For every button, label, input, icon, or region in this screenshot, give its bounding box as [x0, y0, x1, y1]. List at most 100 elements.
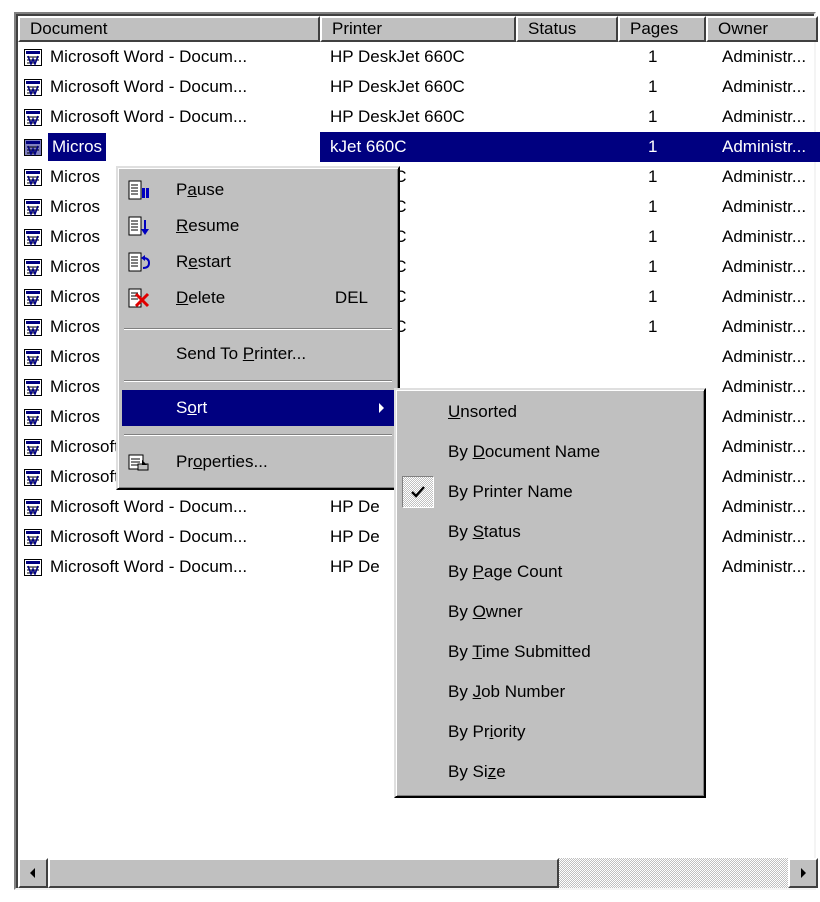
menu-item-send-to-printer[interactable]: Send To Printer...: [122, 336, 394, 372]
document-name: Micros: [50, 257, 101, 276]
document-name: Microsoft Word - Docum...: [50, 47, 248, 66]
owner-name: Administr...: [722, 227, 807, 246]
owner-name: Administr...: [722, 527, 807, 546]
owner-cell: Administr...: [720, 282, 820, 312]
owner-cell: Administr...: [720, 72, 820, 102]
sort-option-label: By Priority: [448, 722, 526, 741]
table-row[interactable]: Microsoft Word - Docum... HP DeskJet 660C…: [18, 42, 820, 72]
scrollbar-thumb[interactable]: [48, 858, 559, 888]
owner-name: Administr...: [722, 497, 807, 516]
page-count: 1: [648, 287, 658, 306]
printer-cell: kJet 660C: [320, 132, 654, 162]
scrollbar-track[interactable]: [48, 858, 788, 888]
sort-option[interactable]: By Size: [400, 754, 700, 790]
sort-option[interactable]: By Time Submitted: [400, 634, 700, 670]
column-header-pages[interactable]: Pages: [618, 16, 706, 42]
page-count: 1: [648, 167, 658, 186]
word-document-icon: [24, 139, 42, 156]
menu-item-restart[interactable]: Restart: [122, 244, 394, 280]
sort-option[interactable]: Unsorted: [400, 394, 700, 430]
table-row[interactable]: Micros kJet 660C 1 Administr...: [18, 132, 820, 162]
horizontal-scrollbar[interactable]: [18, 858, 818, 888]
word-document-icon: [24, 199, 42, 216]
printer-name: HP De: [330, 497, 380, 516]
owner-cell: Administr...: [720, 42, 820, 72]
resume-icon: [128, 216, 149, 236]
sort-option[interactable]: By Job Number: [400, 674, 700, 710]
owner-cell: Administr...: [720, 492, 820, 522]
owner-name: Administr...: [722, 287, 807, 306]
document-cell: Microsoft Word - Docum...: [22, 492, 322, 522]
sort-option-label: By Printer Name: [448, 482, 573, 501]
sort-option[interactable]: By Printer Name: [400, 474, 700, 510]
owner-cell: Administr...: [720, 252, 820, 282]
sort-option-label: By Owner: [448, 602, 523, 621]
column-header-owner[interactable]: Owner: [706, 16, 818, 42]
document-name: Micros: [50, 227, 101, 246]
document-cell: Microsoft Word - Docum...: [22, 42, 322, 72]
owner-name: Administr...: [722, 137, 807, 156]
column-header-status[interactable]: Status: [516, 16, 618, 42]
sort-option[interactable]: By Owner: [400, 594, 700, 630]
column-header-document[interactable]: Document: [18, 16, 320, 42]
pages-cell: 1: [646, 222, 706, 252]
printer-name: HP De: [330, 557, 380, 576]
document-name: Microsoft Word - Docum...: [50, 77, 248, 96]
page-count: 1: [648, 227, 658, 246]
pages-cell: 1: [646, 162, 706, 192]
checked-indicator: [402, 476, 434, 508]
printer-name: kJet 660C: [330, 137, 407, 156]
delete-shortcut: DEL: [334, 288, 368, 307]
sort-option[interactable]: By Status: [400, 514, 700, 550]
menu-item-resume-label: Resume: [176, 216, 240, 235]
properties-icon: [128, 454, 149, 471]
menu-item-pause[interactable]: Pause: [122, 172, 394, 208]
page-count: 1: [648, 257, 658, 276]
document-name: Micros: [50, 347, 101, 366]
scroll-right-button[interactable]: [788, 858, 818, 888]
menu-item-restart-label: Restart: [176, 252, 231, 271]
menu-item-pause-label: Pause: [176, 180, 225, 199]
sort-option[interactable]: By Page Count: [400, 554, 700, 590]
word-document-icon: [24, 409, 42, 426]
owner-name: Administr...: [722, 257, 807, 276]
menu-item-properties[interactable]: Properties...: [122, 444, 394, 480]
menu-item-sort-label: Sort: [176, 398, 208, 417]
table-row[interactable]: Microsoft Word - Docum... HP DeskJet 660C…: [18, 102, 820, 132]
owner-name: Administr...: [722, 77, 807, 96]
sort-option-label: Unsorted: [448, 402, 517, 421]
document-cell: Microsoft Word - Docum...: [22, 522, 322, 552]
document-name: Microsoft Word - Docum...: [50, 557, 248, 576]
sort-option-label: By Document Name: [448, 442, 601, 461]
word-document-icon: [24, 559, 42, 576]
owner-name: Administr...: [722, 107, 807, 126]
pages-cell: 1: [646, 72, 706, 102]
sort-option-label: By Page Count: [448, 562, 563, 581]
menu-item-resume[interactable]: Resume: [122, 208, 394, 244]
table-row[interactable]: Microsoft Word - Docum... HP DeskJet 660C…: [18, 72, 820, 102]
sort-option[interactable]: By Priority: [400, 714, 700, 750]
page-count: 1: [648, 137, 658, 156]
word-document-icon: [24, 439, 42, 456]
document-cell: Micros: [22, 132, 322, 162]
owner-cell: Administr...: [720, 402, 820, 432]
sort-option-label: By Size: [448, 762, 506, 781]
delete-icon: [128, 288, 150, 308]
checkmark-icon: [411, 486, 425, 498]
menu-item-delete[interactable]: Delete DEL: [122, 280, 394, 316]
menu-item-sort[interactable]: Sort: [122, 390, 394, 426]
scroll-left-button[interactable]: [18, 858, 48, 888]
owner-cell: Administr...: [720, 462, 820, 492]
column-header-printer[interactable]: Printer: [320, 16, 516, 42]
word-document-icon: [24, 499, 42, 516]
menu-item-send-to-printer-label: Send To Printer...: [176, 344, 307, 363]
document-name: Micros: [48, 133, 107, 161]
right-arrow-icon: [801, 868, 806, 878]
owner-name: Administr...: [722, 557, 807, 576]
pages-cell: 1: [646, 102, 706, 132]
word-document-icon: [24, 469, 42, 486]
sort-option[interactable]: By Document Name: [400, 434, 700, 470]
owner-cell: Administr...: [720, 162, 820, 192]
page-count: 1: [648, 47, 658, 66]
document-name: Micros: [50, 287, 101, 306]
